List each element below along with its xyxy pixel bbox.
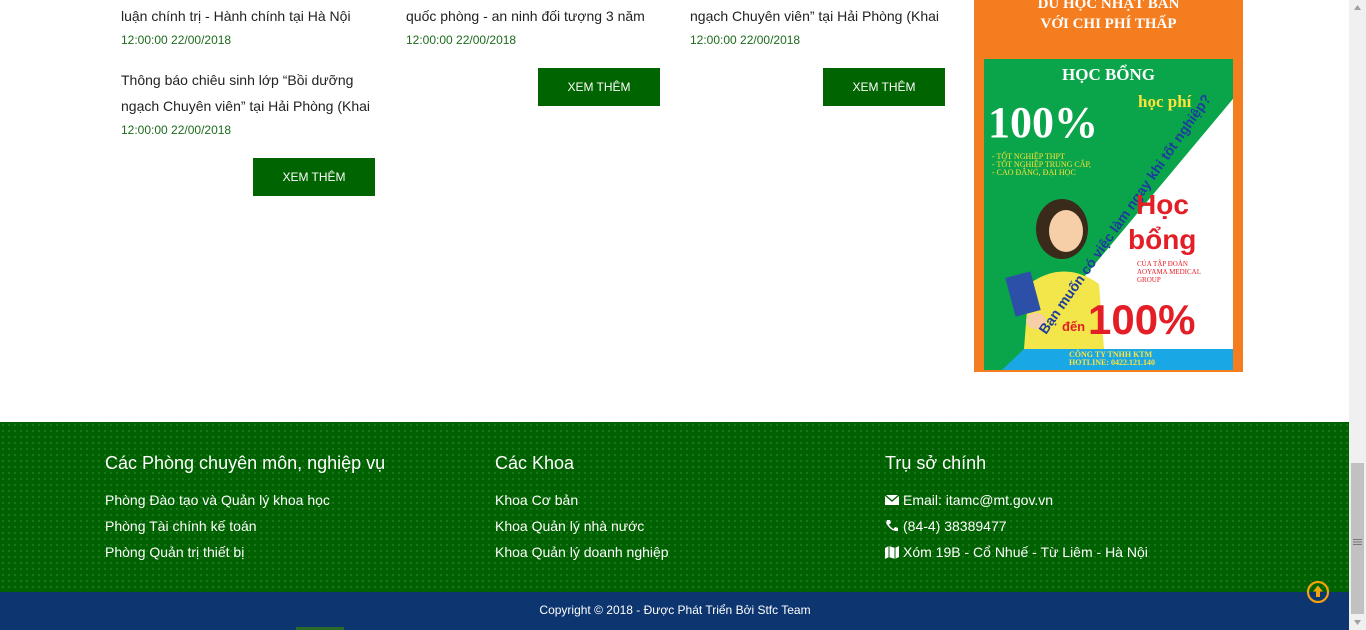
- ad-group-line: GROUP: [1137, 276, 1161, 284]
- footer-headquarters: Trụ sở chính Email: itamc@mt.gov.vn (84-…: [885, 452, 1148, 565]
- phone-icon: [886, 520, 898, 532]
- see-more-button[interactable]: XEM THÊM: [823, 68, 945, 106]
- footer-link[interactable]: Phòng Quản trị thiết bị: [105, 539, 385, 565]
- copyright-bar: Copyright © 2018 - Được Phát Triển Bởi S…: [0, 592, 1350, 630]
- ad-bong-label: bổng: [1128, 224, 1196, 255]
- ad-headline-1: DU HỌC NHẬT BẢN: [1037, 0, 1180, 12]
- footer-heading: Các Phòng chuyên môn, nghiệp vụ: [105, 453, 386, 473]
- ad-group-line: AOYAMA MEDICAL: [1137, 268, 1201, 276]
- ad-hotline: HOTLINE: 0422.121.140: [1069, 358, 1155, 367]
- footer-link[interactable]: Khoa Cơ bản: [495, 487, 669, 513]
- ad-hoc-label: Học: [1136, 189, 1189, 220]
- ad-scholarship-card: HỌC BỔNG 100% học phí - TỐT NGHIỆP THPT …: [984, 59, 1233, 370]
- footer-heading: Trụ sở chính: [885, 453, 987, 473]
- scroll-up-arrow[interactable]: [1349, 0, 1366, 16]
- see-more-button[interactable]: XEM THÊM: [253, 158, 375, 196]
- ad-percent-label: 100%: [988, 98, 1098, 147]
- news-title[interactable]: quốc phòng - an ninh đối tượng 3 năm: [406, 3, 676, 29]
- news-column-1: luận chính trị - Hành chính tại Hà Nội 1…: [121, 0, 391, 138]
- news-column-3: ngạch Chuyên viên” tại Hải Phòng (Khai 1…: [690, 0, 960, 48]
- ad-percent-2-label: 100%: [1088, 296, 1195, 343]
- phone-text: (84-4) 38389477: [903, 518, 1007, 534]
- scroll-down-arrow[interactable]: [1349, 614, 1366, 630]
- ad-hoc-phi-label: học phí: [1138, 92, 1192, 111]
- scrollbar-grip: [1353, 533, 1362, 545]
- news-title[interactable]: ngạch Chuyên viên” tại Hải Phòng (Khai: [690, 3, 960, 29]
- study-in-japan-ad-banner[interactable]: DU HỌC NHẬT BẢN VỚI CHI PHÍ THẤP HỌC BỔN…: [974, 0, 1243, 372]
- footer-phone: (84-4) 38389477: [885, 513, 1148, 539]
- news-time: 12:00:00 22/00/2018: [121, 123, 232, 137]
- copyright-text: Copyright © 2018 - Được Phát Triển Bởi S…: [539, 603, 811, 617]
- ad-hoc-bong-label: HỌC BỔNG: [1062, 64, 1155, 84]
- map-icon: [885, 546, 899, 559]
- footer-email[interactable]: Email: itamc@mt.gov.vn: [885, 487, 1148, 513]
- news-time: 12:00:00 22/00/2018: [690, 33, 801, 47]
- ad-headline-2: VỚI CHI PHÍ THẤP: [1040, 16, 1177, 32]
- footer-address: Xóm 19B - Cổ Nhuế - Từ Liêm - Hà Nội: [885, 539, 1148, 565]
- footer-link[interactable]: Phòng Tài chính kế toán: [105, 513, 385, 539]
- footer-link[interactable]: Khoa Quản lý doanh nghiệp: [495, 539, 669, 565]
- footer-heading: Các Khoa: [495, 453, 575, 473]
- news-title[interactable]: luận chính trị - Hành chính tại Hà Nội: [121, 3, 391, 29]
- site-footer: Các Phòng chuyên môn, nghiệp vụ Phòng Đà…: [0, 422, 1366, 592]
- footer-departments: Các Phòng chuyên môn, nghiệp vụ Phòng Đà…: [105, 452, 385, 565]
- page: luận chính trị - Hành chính tại Hà Nội 1…: [0, 0, 1366, 630]
- footer-link[interactable]: Phòng Đào tạo và Quản lý khoa học: [105, 487, 385, 513]
- news-time: 12:00:00 22/00/2018: [406, 33, 517, 47]
- arrow-up-icon: [1313, 585, 1323, 597]
- envelope-icon: [885, 494, 899, 505]
- address-text: Xóm 19B - Cổ Nhuế - Từ Liêm - Hà Nội: [903, 544, 1148, 560]
- footer-faculties: Các Khoa Khoa Cơ bản Khoa Quản lý nhà nư…: [495, 452, 669, 565]
- ad-group-line: CỦA TẬP ĐOÀN: [1137, 260, 1188, 268]
- back-to-top-button[interactable]: [1306, 580, 1330, 604]
- news-title[interactable]: Thông báo chiêu sinh lớp “Bồi dưỡng: [121, 67, 391, 93]
- ad-bullet: - CAO ĐẲNG, ĐẠI HỌC: [992, 167, 1076, 177]
- footer-link[interactable]: Khoa Quản lý nhà nước: [495, 513, 669, 539]
- news-title-line-2[interactable]: ngạch Chuyên viên” tại Hải Phòng (Khai: [121, 93, 391, 119]
- ad-den-label: đến: [1062, 319, 1085, 334]
- see-more-button[interactable]: XEM THÊM: [538, 68, 660, 106]
- news-column-2: quốc phòng - an ninh đối tượng 3 năm 12:…: [406, 0, 676, 48]
- email-text: Email: itamc@mt.gov.vn: [903, 492, 1054, 508]
- news-time: 12:00:00 22/00/2018: [121, 33, 232, 47]
